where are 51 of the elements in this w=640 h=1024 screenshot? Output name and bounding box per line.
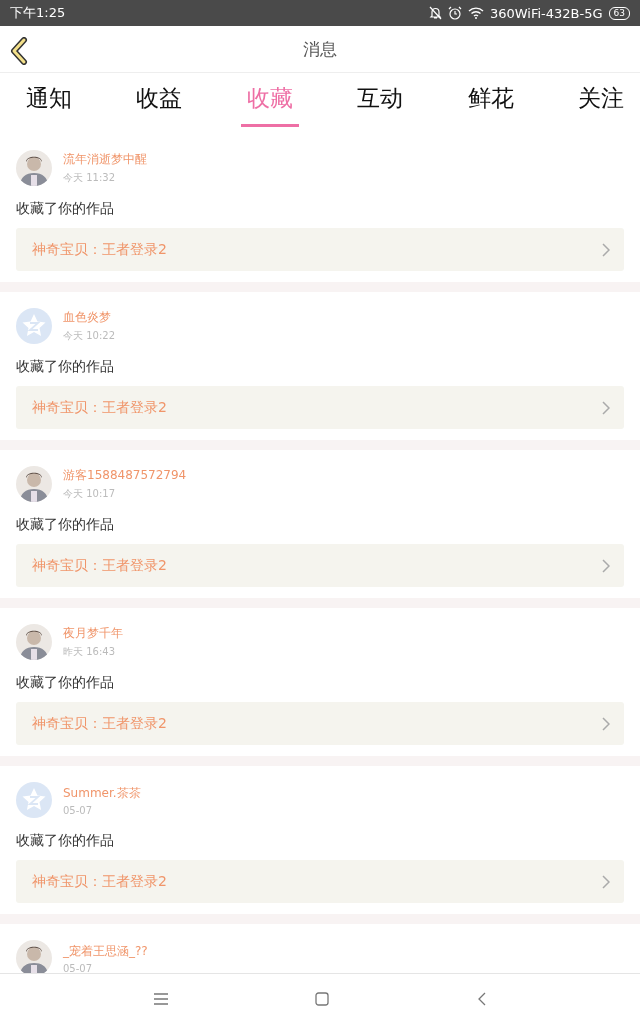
- status-time: 下午1:25: [10, 4, 66, 22]
- battery-level: 63: [608, 6, 630, 20]
- square-icon: [315, 992, 330, 1006]
- menu-icon: [153, 993, 168, 1005]
- work-title: 神奇宝贝：王者登录2: [32, 872, 167, 891]
- chevron-right-icon: [602, 716, 610, 731]
- back-chevron-icon: [10, 37, 28, 65]
- work-title: 神奇宝贝：王者登录2: [32, 714, 167, 733]
- page-title: 消息: [303, 37, 337, 61]
- tab[interactable]: 收益: [130, 73, 189, 127]
- user-name: _宠着王思涵_??: [63, 942, 148, 960]
- message-text: 收藏了你的作品: [16, 515, 115, 534]
- message-time: 今天 10:22: [63, 329, 115, 343]
- alarm-icon: [447, 6, 462, 20]
- tab[interactable]: 互动: [351, 73, 410, 127]
- message-time: 今天 11:32: [63, 171, 116, 185]
- user-name: 游客1588487572794: [63, 467, 187, 484]
- chevron-right-icon: [602, 400, 610, 415]
- message-text: 收藏了你的作品: [16, 357, 115, 376]
- message-time: 05-07: [63, 804, 94, 816]
- work-title: 神奇宝贝：王者登录2: [32, 240, 167, 259]
- wifi-icon: [467, 7, 484, 19]
- network-name: 360WiFi-432B-5G: [489, 5, 603, 21]
- work-link[interactable]: 神奇宝贝：王者登录2: [16, 386, 624, 429]
- tab[interactable]: 收藏: [240, 73, 299, 127]
- message-time: 今天 10:17: [63, 487, 116, 501]
- work-link[interactable]: 神奇宝贝：王者登录2: [16, 860, 624, 903]
- message-time: 05-07: [63, 962, 94, 973]
- user-name: Summer.茶茶: [63, 784, 141, 802]
- chevron-right-icon: [602, 558, 610, 573]
- work-link[interactable]: 神奇宝贝：王者登录2: [16, 702, 624, 745]
- user-name: 流年消逝梦中醒: [63, 151, 147, 168]
- user-name: 夜月梦千年: [63, 625, 123, 642]
- work-link[interactable]: 神奇宝贝：王者登录2: [16, 228, 624, 271]
- work-title: 神奇宝贝：王者登录2: [32, 556, 167, 575]
- back-button[interactable]: [8, 35, 30, 67]
- message-text: 收藏了你的作品: [16, 673, 115, 692]
- back-icon: [477, 992, 487, 1006]
- user-name: 血色炎梦: [63, 309, 112, 326]
- default-avatar-icon: [16, 308, 52, 344]
- chevron-right-icon: [602, 242, 610, 257]
- bell-off-icon: [428, 6, 442, 20]
- message-text: 收藏了你的作品: [16, 831, 115, 850]
- work-title: 神奇宝贝：王者登录2: [32, 398, 167, 417]
- tab[interactable]: 关注: [571, 73, 630, 127]
- tab[interactable]: 鲜花: [461, 73, 520, 127]
- tab[interactable]: 通知: [20, 73, 78, 127]
- work-link[interactable]: 神奇宝贝：王者登录2: [16, 544, 624, 587]
- default-avatar-icon: [16, 782, 52, 818]
- chevron-right-icon: [602, 874, 610, 889]
- message-text: 收藏了你的作品: [16, 199, 115, 218]
